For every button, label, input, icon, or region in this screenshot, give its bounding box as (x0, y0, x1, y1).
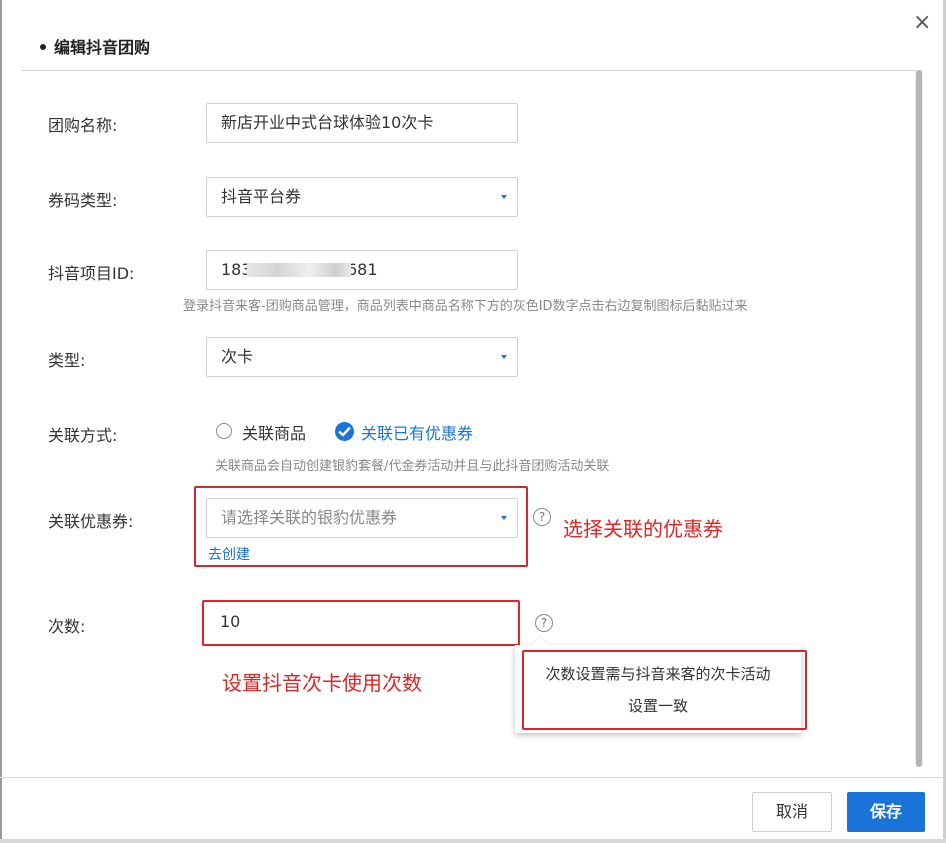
check-icon (338, 426, 351, 437)
project-id-suffix: 681 (347, 260, 378, 279)
code-type-select[interactable]: 抖音平台券 (206, 177, 518, 217)
coupon-annotation: 选择关联的优惠券 (563, 517, 723, 541)
create-coupon-link[interactable]: 去创建 (208, 544, 250, 564)
relation-label: 关联方式: (48, 426, 118, 445)
count-input[interactable]: 10 (206, 603, 516, 643)
radio-link-product-label[interactable]: 关联商品 (242, 420, 306, 444)
count-label: 次数: (48, 617, 86, 636)
dialog-title: 编辑抖音团购 (40, 34, 150, 58)
bullet-icon (40, 43, 46, 50)
cancel-button[interactable]: 取消 (752, 792, 832, 832)
radio-link-product[interactable] (216, 423, 232, 439)
scrollbar[interactable] (915, 70, 923, 767)
chevron-down-icon (501, 516, 507, 520)
project-id-hint: 登录抖音来客-团购商品管理，商品列表中商品名称下方的灰色ID数字点击右边复制图标… (183, 299, 748, 314)
radio-link-coupon-label[interactable]: 关联已有优惠券 (361, 420, 473, 444)
coupon-label: 关联优惠券: (48, 512, 134, 531)
tooltip-arrow (532, 636, 548, 652)
code-type-value: 抖音平台券 (221, 187, 302, 206)
footer-divider (0, 777, 943, 778)
count-annotation: 设置抖音次卡使用次数 (222, 671, 422, 695)
radio-link-coupon[interactable] (335, 422, 354, 441)
coupon-select[interactable]: 请选择关联的银豹优惠券 (206, 498, 518, 538)
question-icon[interactable]: ? (533, 508, 551, 526)
coupon-placeholder: 请选择关联的银豹优惠券 (221, 508, 398, 527)
close-icon[interactable]: × (913, 10, 931, 35)
save-button[interactable]: 保存 (847, 792, 925, 832)
name-input[interactable]: 新店开业中式台球体验10次卡 (206, 103, 518, 143)
type-select[interactable]: 次卡 (206, 337, 518, 377)
scrollbar-thumb[interactable] (916, 70, 922, 767)
type-value: 次卡 (221, 347, 254, 366)
redacted-id-blur (247, 263, 351, 277)
header-divider (22, 70, 920, 71)
dialog-title-text: 编辑抖音团购 (54, 38, 151, 57)
relation-hint: 关联商品会自动创建银豹套餐/代金券活动并且与此抖音团购活动关联 (215, 459, 610, 474)
question-icon[interactable]: ? (535, 614, 553, 632)
window-border-left (0, 0, 2, 843)
name-label: 团购名称: (48, 116, 118, 135)
tooltip-highlight-box (522, 650, 807, 730)
project-id-label: 抖音项目ID: (48, 264, 135, 283)
window-border-bottom (0, 839, 946, 843)
code-type-label: 券码类型: (48, 191, 118, 210)
type-label: 类型: (48, 351, 86, 370)
chevron-down-icon (501, 195, 507, 199)
chevron-down-icon (501, 355, 507, 359)
